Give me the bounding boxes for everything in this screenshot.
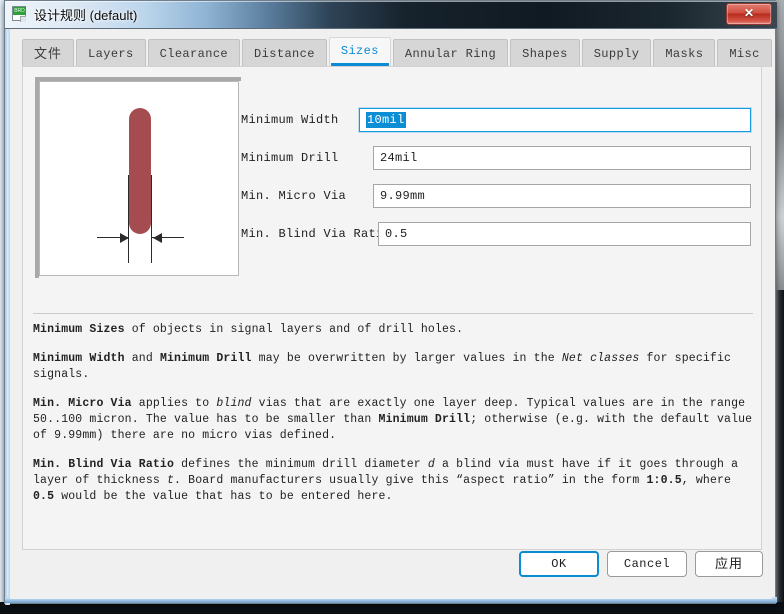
help-p4-term2: 1:0.5	[646, 474, 681, 487]
brd-document-icon: BRD	[11, 5, 29, 23]
design-rules-dialog: BRD 设计规则 (default) ✕ 文件 Layers Clearance…	[4, 0, 776, 604]
help-paragraph-1: Minimum Sizes of objects in signal layer…	[33, 322, 755, 338]
screen: BRD 设计规则 (default) ✕ 文件 Layers Clearance…	[0, 0, 784, 614]
tab-clearance[interactable]: Clearance	[148, 39, 240, 67]
min-blind-via-ratio-input[interactable]	[378, 222, 751, 246]
title-bar: BRD 设计规则 (default) ✕	[5, 1, 777, 29]
tab-annular-ring[interactable]: Annular Ring	[393, 39, 508, 67]
dimension-arrow-left-icon	[153, 233, 162, 243]
min-micro-via-input[interactable]	[373, 184, 751, 208]
brd-document-icon-badge: BRD	[13, 7, 26, 15]
sizes-form: Minimum Width 10mil Minimum Drill Min. M…	[241, 105, 751, 257]
help-p4-italic-t: t	[167, 474, 174, 487]
tab-shapes[interactable]: Shapes	[510, 39, 580, 67]
help-p4-rest: would be the value that has to be entere…	[54, 490, 392, 503]
desktop-background-right	[776, 0, 784, 614]
minimum-drill-label: Minimum Drill	[241, 151, 373, 165]
help-paragraph-3: Min. Micro Via applies to blind vias tha…	[33, 396, 755, 444]
close-icon: ✕	[727, 4, 771, 24]
help-p3-term1: Min. Micro Via	[33, 397, 132, 410]
minimum-drill-input[interactable]	[373, 146, 751, 170]
help-p3-term2: Minimum Drill	[379, 413, 471, 426]
ok-button[interactable]: OK	[519, 551, 599, 577]
trace-shape-icon	[129, 108, 151, 234]
tab-masks[interactable]: Masks	[653, 39, 715, 67]
dimension-arrow-right-icon	[120, 233, 129, 243]
minimum-width-input[interactable]	[359, 108, 751, 132]
help-p3-italic: blind	[216, 397, 251, 410]
dialog-client-area: 文件 Layers Clearance Distance Sizes Annul…	[10, 29, 772, 599]
desktop-background-right-top	[776, 0, 784, 290]
help-paragraph-4: Min. Blind Via Ratio defines the minimum…	[33, 457, 755, 505]
help-p3-mid1: applies to	[132, 397, 217, 410]
minimum-width-preview-image	[39, 81, 239, 276]
help-p2-mid2: may be overwritten by larger values in t…	[252, 352, 562, 365]
help-p4-mid4: , where	[682, 474, 731, 487]
min-blind-via-ratio-label: Min. Blind Via Ratio	[241, 227, 378, 241]
help-p2-term2: Minimum Drill	[160, 352, 252, 365]
help-p4-italic-d: d	[428, 458, 435, 471]
help-p4-mid3: . Board manufacturers usually give this …	[174, 474, 646, 487]
dimension-extension-line-right	[151, 175, 152, 263]
field-row-minimum-drill: Minimum Drill	[241, 143, 751, 173]
field-row-min-blind-via-ratio: Min. Blind Via Ratio	[241, 219, 751, 249]
help-p2-term1: Minimum Width	[33, 352, 125, 365]
brd-document-icon-fold	[20, 16, 26, 22]
minimum-width-input-wrap: 10mil	[359, 108, 751, 132]
window-title: 设计规则 (default)	[34, 5, 137, 24]
preview-frame-top	[39, 77, 241, 81]
help-text: Minimum Sizes of objects in signal layer…	[33, 322, 755, 518]
min-micro-via-label: Min. Micro Via	[241, 189, 373, 203]
tab-strip: 文件 Layers Clearance Distance Sizes Annul…	[22, 37, 762, 67]
minimum-width-label: Minimum Width	[241, 113, 359, 127]
tab-files[interactable]: 文件	[22, 39, 74, 67]
help-p4-term1: Min. Blind Via Ratio	[33, 458, 174, 471]
tab-misc[interactable]: Misc	[717, 39, 771, 67]
preview-frame-left	[35, 77, 39, 278]
help-p2-italic: Net classes	[562, 352, 640, 365]
field-row-minimum-width: Minimum Width 10mil	[241, 105, 751, 135]
close-button[interactable]: ✕	[726, 3, 772, 25]
title-bar-highlight	[5, 1, 777, 2]
help-p2-mid1: and	[125, 352, 160, 365]
help-p1-rest: of objects in signal layers and of drill…	[125, 323, 463, 336]
field-row-min-micro-via: Min. Micro Via	[241, 181, 751, 211]
help-separator	[33, 313, 753, 314]
cancel-button[interactable]: Cancel	[607, 551, 687, 577]
help-p4-mid1: defines the minimum drill diameter	[174, 458, 428, 471]
apply-button[interactable]: 应用	[695, 551, 763, 577]
tab-supply[interactable]: Supply	[582, 39, 652, 67]
help-p1-term: Minimum Sizes	[33, 323, 125, 336]
dialog-footer: OK Cancel 应用	[10, 551, 772, 585]
dimension-extension-line-left	[128, 175, 129, 263]
tab-distance[interactable]: Distance	[242, 39, 327, 67]
help-paragraph-2: Minimum Width and Minimum Drill may be o…	[33, 351, 755, 383]
help-p4-term3: 0.5	[33, 490, 54, 503]
tab-layers[interactable]: Layers	[76, 39, 146, 67]
tab-sizes[interactable]: Sizes	[329, 37, 391, 67]
sizes-tab-panel: Minimum Width 10mil Minimum Drill Min. M…	[22, 66, 762, 550]
